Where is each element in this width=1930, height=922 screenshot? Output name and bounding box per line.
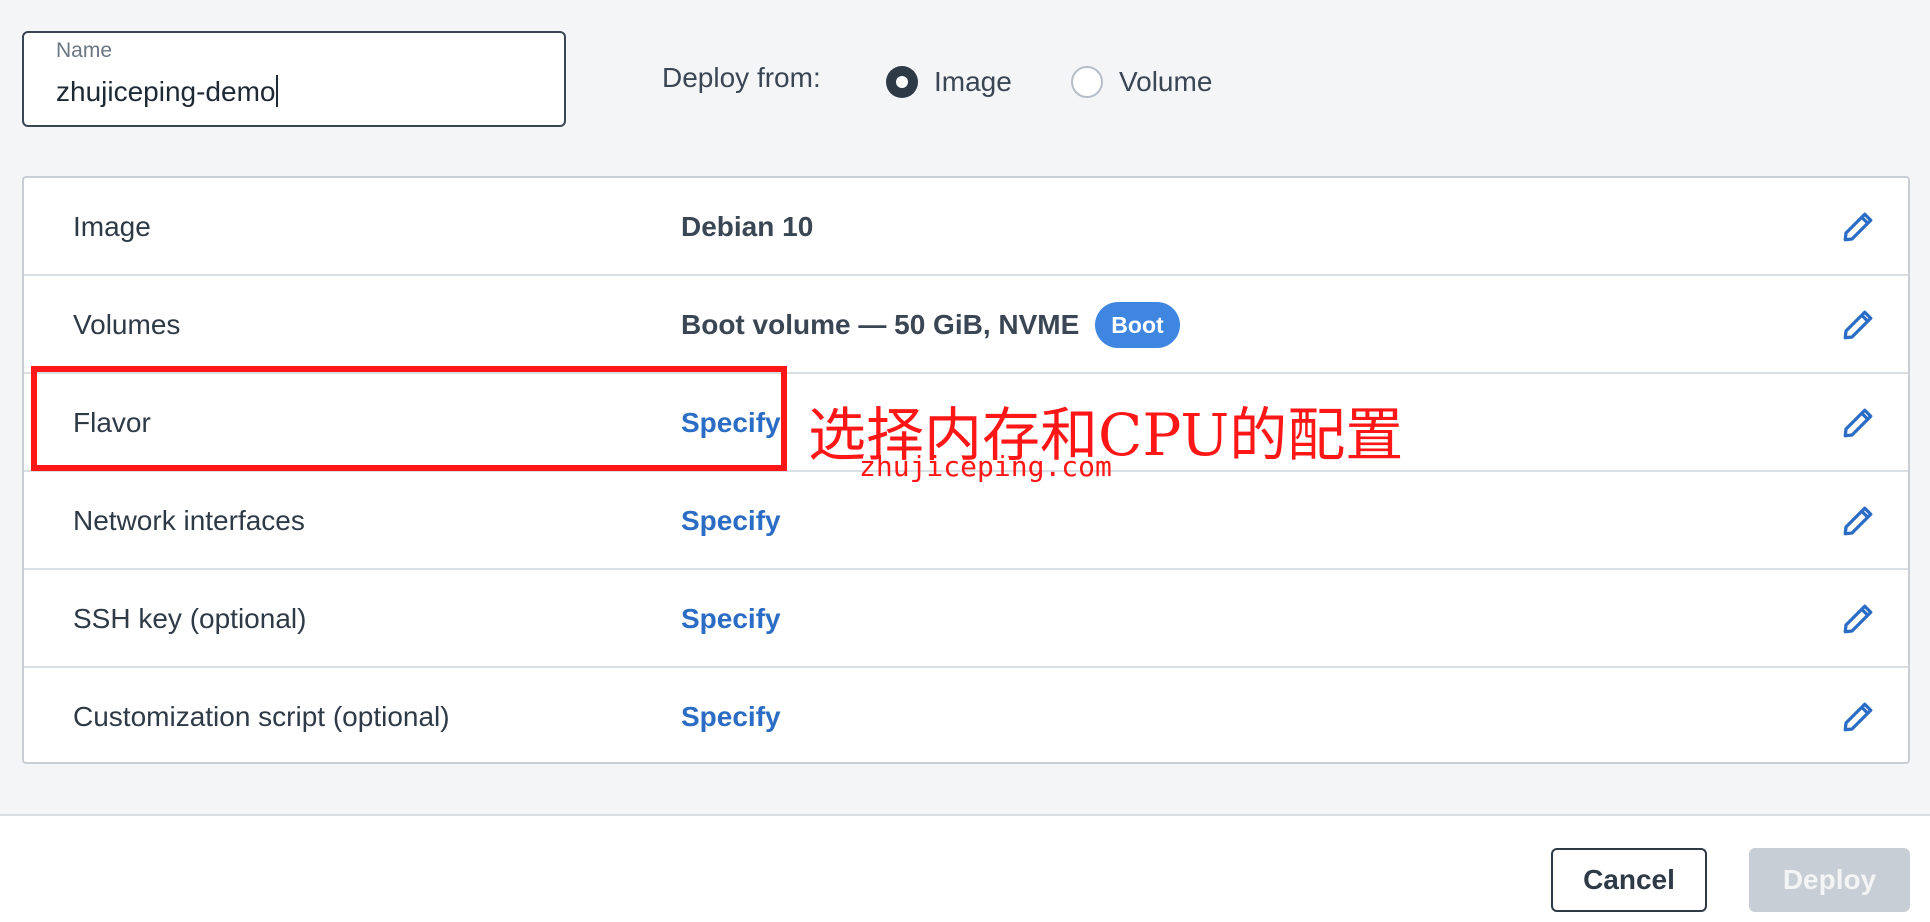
config-row-network: Network interfaces Specify bbox=[24, 472, 1908, 570]
text-caret bbox=[276, 75, 279, 107]
specify-link[interactable]: Specify bbox=[681, 701, 781, 733]
radio-volume[interactable]: Volume bbox=[1071, 62, 1212, 102]
config-row-label: Image bbox=[73, 211, 151, 242]
radio-checked-icon bbox=[886, 66, 918, 98]
radio-image[interactable]: Image bbox=[886, 62, 1012, 102]
radio-volume-label: Volume bbox=[1119, 66, 1213, 97]
pencil-icon[interactable] bbox=[1840, 307, 1876, 343]
config-row-value: Specify bbox=[681, 668, 781, 766]
deploy-button[interactable]: Deploy bbox=[1749, 848, 1910, 912]
footer-bar: Cancel Deploy bbox=[0, 814, 1930, 922]
name-input[interactable]: zhujiceping-demo bbox=[56, 75, 279, 108]
boot-badge: Boot bbox=[1095, 302, 1180, 348]
name-field[interactable]: Name zhujiceping-demo bbox=[22, 31, 566, 127]
config-row-label: Customization script (optional) bbox=[73, 701, 450, 732]
radio-image-label: Image bbox=[934, 66, 1012, 97]
specify-link[interactable]: Specify bbox=[681, 505, 781, 537]
config-row-label: Network interfaces bbox=[73, 505, 305, 536]
config-row-value: Specify bbox=[681, 472, 781, 570]
config-row-label: Volumes bbox=[73, 309, 181, 340]
volume-value: Boot volume — 50 GiB, NVME bbox=[681, 309, 1080, 340]
annotation-watermark: zhujiceping.com bbox=[859, 450, 1112, 483]
pencil-icon[interactable] bbox=[1840, 699, 1876, 735]
pencil-icon[interactable] bbox=[1840, 209, 1876, 245]
config-row-image: Image Debian 10 bbox=[24, 178, 1908, 276]
deploy-from-label: Deploy from: bbox=[662, 62, 821, 93]
config-row-volumes: Volumes Boot volume — 50 GiB, NVME Boot bbox=[24, 276, 1908, 374]
name-field-label: Name bbox=[56, 39, 113, 62]
pencil-icon[interactable] bbox=[1840, 503, 1876, 539]
config-row-ssh-key: SSH key (optional) Specify bbox=[24, 570, 1908, 668]
cancel-button[interactable]: Cancel bbox=[1551, 848, 1707, 912]
pencil-icon[interactable] bbox=[1840, 405, 1876, 441]
config-row-value: Boot volume — 50 GiB, NVME Boot bbox=[681, 276, 1180, 374]
config-row-customization: Customization script (optional) Specify bbox=[24, 668, 1908, 766]
pencil-icon[interactable] bbox=[1840, 601, 1876, 637]
config-row-value: Specify bbox=[681, 570, 781, 668]
specify-link[interactable]: Specify bbox=[681, 603, 781, 635]
image-value: Debian 10 bbox=[681, 211, 814, 242]
config-row-value: Debian 10 bbox=[681, 178, 813, 276]
deploy-form-area: Name zhujiceping-demo Deploy from: Image… bbox=[0, 0, 1930, 814]
name-input-value: zhujiceping-demo bbox=[56, 76, 276, 107]
config-row-label: SSH key (optional) bbox=[73, 603, 307, 634]
annotation-highlight-box bbox=[31, 366, 787, 471]
radio-unchecked-icon bbox=[1071, 66, 1103, 98]
